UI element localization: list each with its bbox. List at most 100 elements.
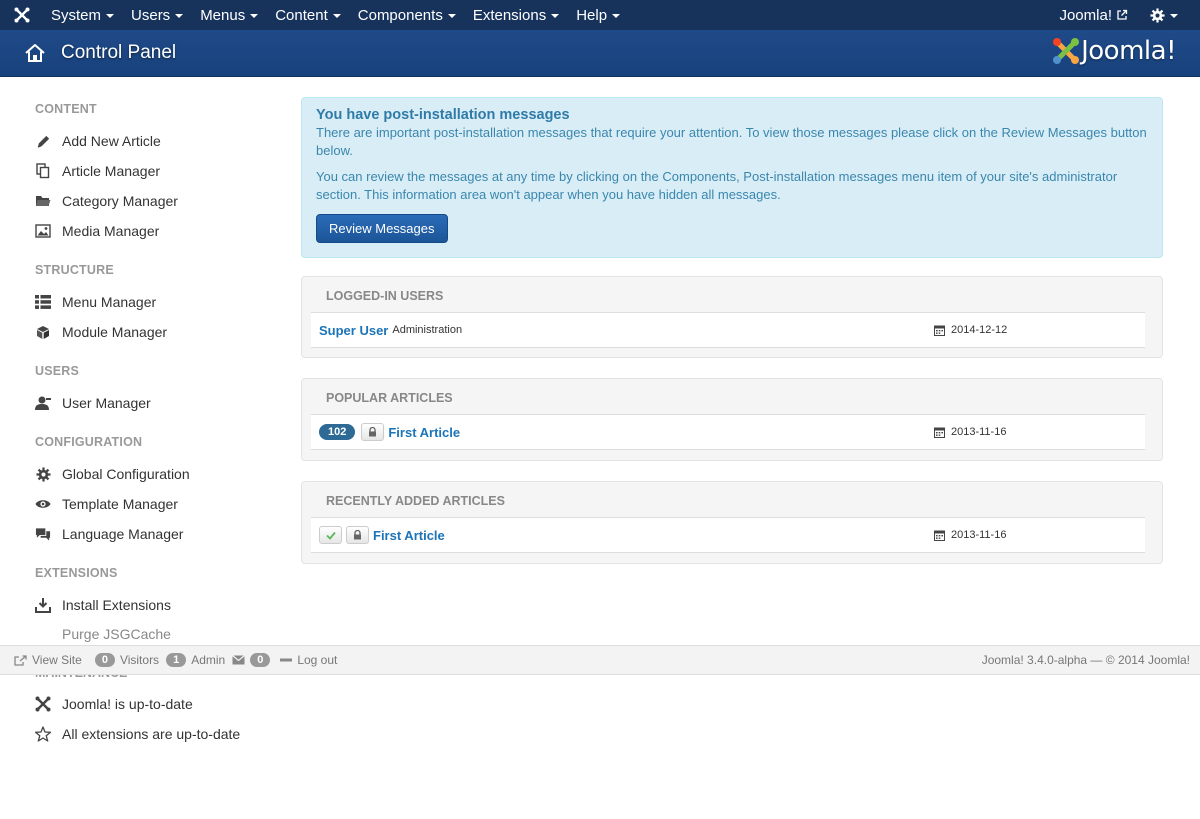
- count-badge: 0: [94, 653, 115, 667]
- sidebar-item-language-manager[interactable]: Language Manager: [35, 526, 183, 542]
- recent-articles-panel: RECENTLY ADDED ARTICLES First Article 20…: [301, 481, 1163, 564]
- sidebar-heading-content: CONTENT: [35, 102, 97, 116]
- post-install-alert: You have post-installation messages Ther…: [301, 97, 1163, 258]
- lock-button[interactable]: [361, 423, 385, 441]
- visitors-count: 0 Visitors: [94, 653, 159, 667]
- review-messages-button[interactable]: Review Messages: [316, 214, 448, 243]
- sidebar-item-joomla-up-to-date[interactable]: Joomla! is up-to-date: [35, 696, 193, 712]
- user-settings-menu[interactable]: [1150, 7, 1200, 23]
- sidebar-item-category-manager[interactable]: Category Manager: [35, 193, 178, 209]
- menu-menus[interactable]: Menus: [193, 0, 268, 30]
- cog-icon: [35, 466, 51, 482]
- sidebar-item-purge-cache[interactable]: Purge JSGCache: [35, 626, 171, 642]
- sidebar-item-user-manager[interactable]: User Manager: [35, 395, 151, 411]
- lock-icon: [369, 427, 377, 437]
- user-area: Administration: [392, 324, 463, 336]
- menu-content[interactable]: Content: [268, 0, 351, 30]
- alert-text: There are important post-installation me…: [316, 125, 1147, 158]
- lock-icon: [354, 530, 361, 540]
- caret-down-icon: [250, 14, 259, 18]
- logged-in-users-panel: LOGGED-IN USERS Super User Administratio…: [301, 276, 1163, 358]
- hits-badge: 102: [319, 424, 356, 440]
- article-link[interactable]: First Article: [373, 528, 445, 543]
- row-date: 2013-11-16: [934, 529, 1006, 541]
- envelope-icon: [232, 655, 246, 665]
- sidebar-heading-structure: STRUCTURE: [35, 263, 114, 277]
- version-info: Joomla! 3.4.0-alpha — © 2014 Joomla!: [981, 653, 1190, 667]
- sidebar-item-media-manager[interactable]: Media Manager: [35, 223, 159, 239]
- status-bar: View Site 0 Visitors 1 Admin 0 Log out J…: [0, 645, 1200, 675]
- admin-count: 1 Admin: [166, 653, 225, 667]
- navbar-right: Joomla!: [1059, 0, 1200, 30]
- panel-title: LOGGED-IN USERS: [326, 289, 444, 303]
- joomla-logo-icon[interactable]: [0, 0, 44, 30]
- site-link[interactable]: Joomla!: [1059, 7, 1150, 24]
- home-icon: [25, 44, 45, 62]
- sidebar-heading-users: USERS: [35, 364, 80, 378]
- menu-extensions[interactable]: Extensions: [466, 0, 569, 30]
- caret-down-icon: [175, 14, 184, 18]
- sidebar-item-add-new-article[interactable]: Add New Article: [35, 133, 161, 149]
- joomla-brand-logo: Joomla!: [1051, 36, 1176, 66]
- row-date: 2013-11-16: [934, 426, 1006, 438]
- sidebar-item-install-extensions[interactable]: Install Extensions: [35, 597, 171, 613]
- menu-users[interactable]: Users: [124, 0, 193, 30]
- menu-system[interactable]: System: [44, 0, 124, 30]
- published-toggle[interactable]: [319, 526, 342, 544]
- star-icon: [35, 726, 51, 742]
- caret-down-icon: [1170, 14, 1178, 18]
- joomla-brand-icon: [1053, 38, 1080, 64]
- share-icon: [14, 654, 27, 666]
- user-icon: [35, 395, 51, 411]
- caret-down-icon: [551, 14, 560, 18]
- minus-icon: [280, 658, 293, 662]
- view-site-link[interactable]: View Site: [14, 653, 82, 667]
- top-navbar: System Users Menus Content Components Ex…: [0, 0, 1200, 30]
- caret-down-icon: [612, 14, 621, 18]
- cube-icon: [35, 324, 51, 340]
- count-badge: 1: [166, 653, 187, 667]
- article-link[interactable]: First Article: [388, 425, 460, 440]
- menu-help[interactable]: Help: [569, 0, 630, 30]
- image-icon: [35, 223, 51, 239]
- logout-link[interactable]: Log out: [280, 653, 337, 667]
- folder-icon: [35, 193, 51, 209]
- pencil-icon: [35, 133, 51, 149]
- page-header: Control Panel Joomla!: [0, 30, 1200, 77]
- copy-icon: [35, 163, 51, 179]
- messages-link[interactable]: 0: [232, 653, 275, 667]
- list-item: Super User Administration 2014-12-12: [311, 312, 1145, 348]
- alert-text-secondary: You can review the messages at any time …: [316, 169, 1118, 202]
- sidebar-item-article-manager[interactable]: Article Manager: [35, 163, 160, 179]
- lock-button[interactable]: [346, 526, 369, 544]
- sidebar-item-global-configuration[interactable]: Global Configuration: [35, 466, 190, 482]
- calendar-icon: [934, 427, 945, 438]
- sidebar-item-template-manager[interactable]: Template Manager: [35, 496, 178, 512]
- page-title: Control Panel: [61, 42, 177, 63]
- sidebar-item-menu-manager[interactable]: Menu Manager: [35, 294, 156, 310]
- list-icon: [35, 294, 51, 310]
- sidebar-item-extensions-up-to-date[interactable]: All extensions are up-to-date: [35, 726, 240, 742]
- panel-title: RECENTLY ADDED ARTICLES: [326, 494, 505, 508]
- gear-icon: [1150, 7, 1165, 23]
- calendar-icon: [934, 325, 945, 336]
- eye-icon: [35, 496, 51, 512]
- count-badge: 0: [250, 653, 271, 667]
- external-link-icon: [1117, 9, 1128, 20]
- row-date: 2014-12-12: [934, 324, 1007, 336]
- caret-down-icon: [447, 14, 456, 18]
- list-item: First Article 2013-11-16: [311, 517, 1145, 553]
- sidebar-heading-configuration: CONFIGURATION: [35, 435, 143, 449]
- sidebar-item-module-manager[interactable]: Module Manager: [35, 324, 167, 340]
- download-icon: [35, 597, 51, 613]
- caret-down-icon: [332, 14, 341, 18]
- alert-title: You have post-installation messages: [316, 107, 570, 123]
- caret-down-icon: [106, 14, 115, 18]
- sidebar-heading-extensions: EXTENSIONS: [35, 566, 118, 580]
- menu-components[interactable]: Components: [351, 0, 466, 30]
- panel-title: POPULAR ARTICLES: [326, 391, 453, 405]
- list-item: 102 First Article 2013-11-16: [311, 414, 1145, 450]
- check-icon: [325, 531, 336, 540]
- user-link[interactable]: Super User: [319, 323, 388, 338]
- popular-articles-panel: POPULAR ARTICLES 102 First Article 2013-…: [301, 378, 1163, 461]
